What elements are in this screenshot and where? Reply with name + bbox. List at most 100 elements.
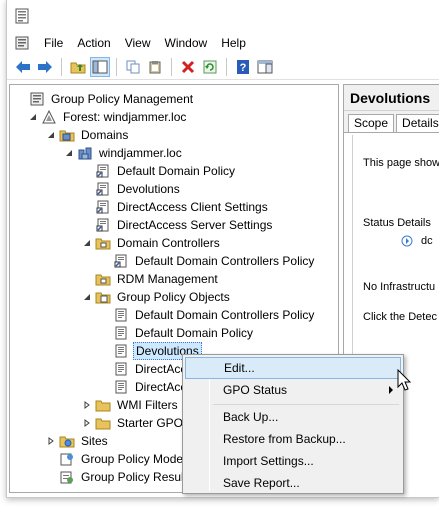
expanded-arrow-icon[interactable] [28,112,38,122]
menu-item-save-report[interactable]: Save Report... [185,472,401,494]
toolbar-separator [226,57,227,76]
gpo-icon [113,343,129,359]
menu-item-gpo-status[interactable]: GPO Status [185,379,401,401]
properties-pane-icon[interactable] [255,57,275,77]
tree-item[interactable]: Group Policy Modelin [46,450,197,468]
tree-item[interactable]: Starter GPOs [82,414,191,432]
tree-item[interactable]: Sites [46,432,110,450]
tree-item[interactable]: Forest: windjammer.loc [28,108,188,126]
menu-separator [213,404,399,405]
help-icon[interactable]: ? [233,57,253,77]
expanded-arrow-icon[interactable] [82,238,92,248]
tree-item-label: Devolutions [117,182,180,196]
collapsed-arrow-icon[interactable] [82,400,92,410]
tree-item-label: Domains [81,128,129,142]
expanded-arrow-icon[interactable] [82,292,92,302]
tree-item-label: Default Domain Policy [135,326,254,340]
collapsed-arrow-icon[interactable] [82,418,92,428]
tree-item[interactable]: Domains [46,126,130,144]
status-dc-row[interactable]: dc [401,235,433,247]
tree-item[interactable]: Devolutions [82,180,182,198]
tree-item-label: Group Policy Results [81,470,194,484]
gpo-link-icon [95,199,111,215]
tree-item-label: windjammer.loc [99,146,182,160]
tree-item-label: RDM Management [117,272,218,286]
tree-item[interactable]: Domain Controllers [82,234,222,252]
gpo-link-icon [95,217,111,233]
mmc-menu-icon[interactable] [15,36,29,50]
tree-item[interactable]: WMI Filters [82,396,180,414]
tree-item[interactable]: Group Policy Management [16,90,195,108]
gpo-link-icon [113,253,129,269]
tree-item-label: Sites [81,434,108,448]
no-infrastructure-text: No Infrastructu [363,281,436,293]
refresh-icon[interactable] [200,57,220,77]
mouse-cursor-icon [397,369,412,391]
status-dc-label: dc [421,235,433,247]
gpo-icon [113,307,129,323]
forward-arrow-icon[interactable] [35,57,55,77]
toolbar: ? [7,54,439,80]
tab-scope[interactable]: Scope [348,114,395,132]
ou-icon [95,271,111,287]
tree-item-label: DirectAccess Client Settings [117,200,268,214]
tree-item-label: Group Policy Objects [117,290,230,304]
show-hide-tree-icon[interactable] [90,56,110,77]
back-arrow-icon[interactable] [13,57,33,77]
tree-item[interactable]: DirectAcce [100,360,195,378]
tree-item[interactable]: DirectAccess Server Settings [82,216,274,234]
results-icon [59,469,75,485]
gpmc-app-icon[interactable] [15,8,29,27]
paste-icon[interactable] [145,57,165,77]
menu-item-back-up[interactable]: Back Up... [185,406,401,428]
tree-item[interactable]: Default Domain Policy [100,324,255,342]
info-text: This page shows [363,157,439,169]
expanded-arrow-icon[interactable] [46,130,56,140]
delete-icon[interactable] [178,57,198,77]
details-tabs: Scope Details S [344,111,439,133]
tree-item[interactable]: windjammer.loc [64,144,184,162]
menu-item-edit[interactable]: Edit... [185,357,401,379]
svg-text:?: ? [240,62,247,74]
menu-help[interactable]: Help [214,34,253,52]
tree-item-label: Group Policy Management [51,92,194,106]
tree-item[interactable]: Group Policy Results [46,468,195,486]
tab-details[interactable]: Details [396,114,439,132]
menu-file[interactable]: File [37,34,70,52]
tree-item-label: Default Domain Controllers Policy [135,254,315,268]
details-title: Devolutions [344,85,439,111]
menu-item-import-settings[interactable]: Import Settings... [185,450,401,472]
copy-icon[interactable] [123,57,143,77]
context-menu: Edit... GPO Status Back Up... Restore fr… [182,354,404,494]
tree-item[interactable]: DirectAccess Client Settings [82,198,270,216]
menu-window[interactable]: Window [158,34,215,52]
tree-item[interactable]: Group Policy Objects [82,288,232,306]
gpo-folder-icon [95,289,111,305]
up-folder-icon[interactable] [68,57,88,77]
expanded-arrow-icon[interactable] [64,148,74,158]
tree-item-label: Domain Controllers [117,236,220,250]
tree-item[interactable]: DirectAcce [100,378,195,396]
tree-item[interactable]: RDM Management [82,270,220,288]
domain-icon [77,145,93,161]
menu-view[interactable]: View [118,34,158,52]
tree-item-label: Default Domain Controllers Policy [135,308,315,322]
tree-item[interactable]: Default Domain Controllers Policy [100,306,316,324]
collapsed-arrow-icon[interactable] [46,436,56,446]
menu-action[interactable]: Action [70,34,117,52]
tree-item-label: Forest: windjammer.loc [63,110,187,124]
toolbar-separator [116,57,117,76]
gpo-link-icon [95,181,111,197]
tree-item[interactable]: Default Domain Controllers Policy [100,252,316,270]
menu-item-restore-backup[interactable]: Restore from Backup... [185,428,401,450]
tree-item[interactable]: Default Domain Policy [82,162,237,180]
